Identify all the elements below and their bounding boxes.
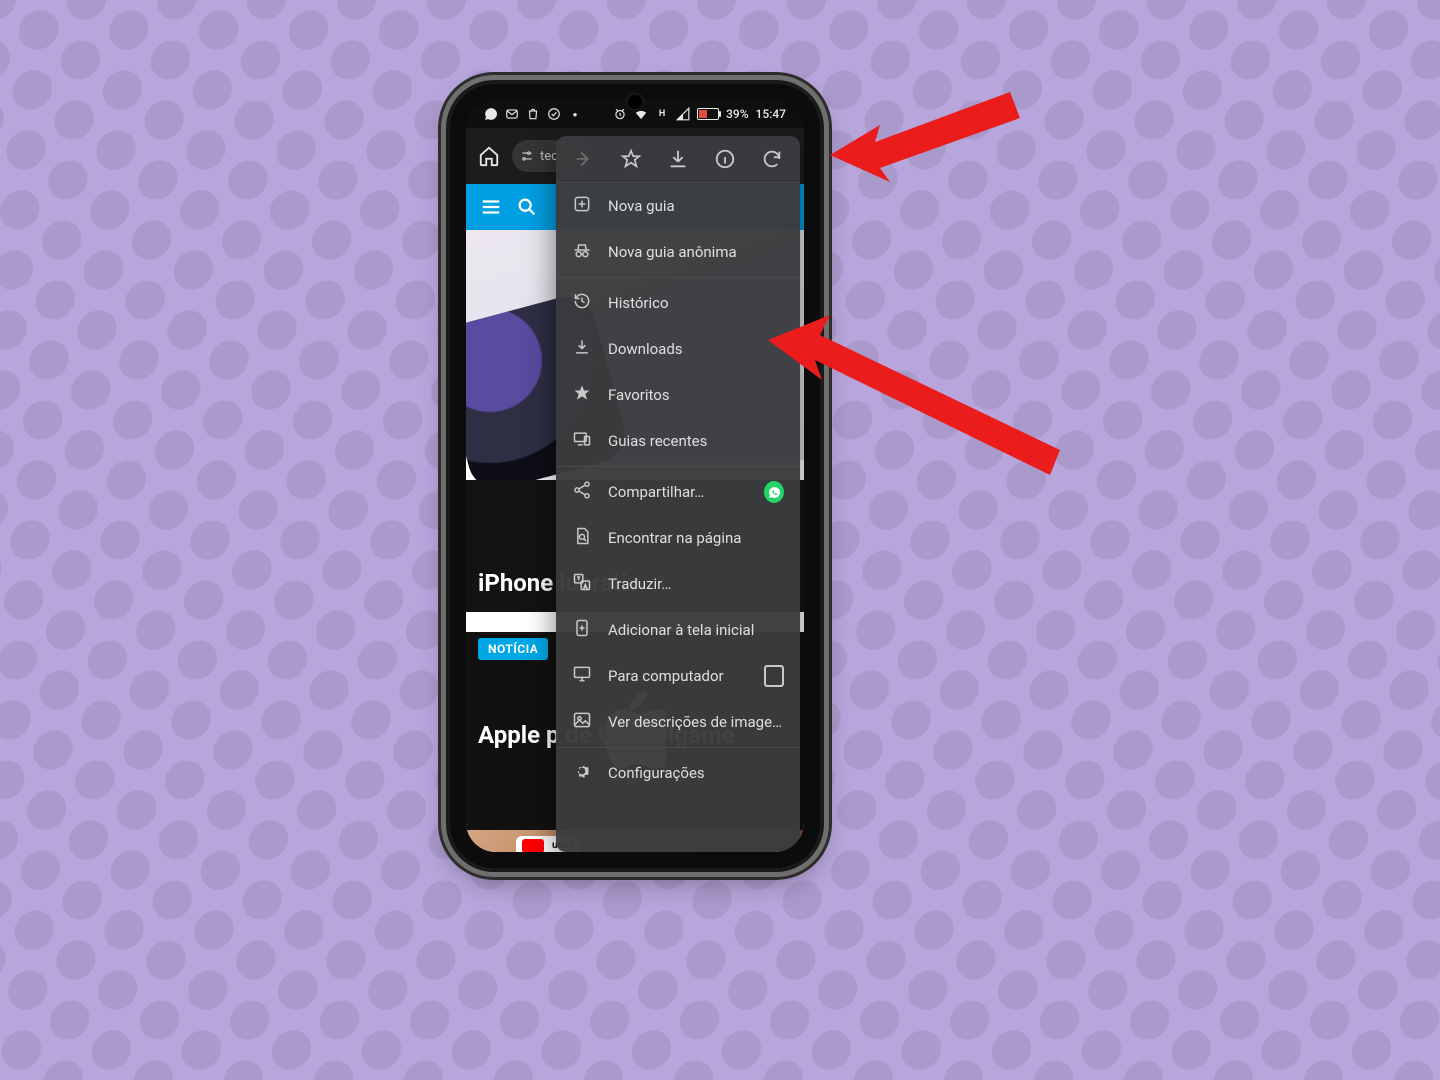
search-icon[interactable] [516,196,538,218]
menu-add-home[interactable]: Adicionar à tela inicial [556,607,800,653]
battery-percent: 39% [726,107,748,121]
gear-icon [572,761,592,785]
menu-history-label: Histórico [608,294,784,312]
download-page-button[interactable] [661,142,695,176]
front-camera [625,92,645,112]
desktop-site-checkbox[interactable] [764,666,784,686]
hamburger-icon[interactable] [480,196,502,218]
menu-find-in-page[interactable]: Encontrar na página [556,515,800,561]
article-1-badge: NOTÍCIA [478,449,548,471]
menu-incognito-label: Nova guia anônima [608,243,784,261]
translate-icon [572,572,592,596]
network-type-icon: H [655,107,669,121]
whatsapp-share-icon[interactable] [764,482,784,502]
alarm-icon [613,107,627,121]
incognito-icon [572,240,592,264]
menu-desktop-site[interactable]: Para computador [556,653,800,699]
battery-icon [697,108,719,120]
downloads-icon [572,337,592,361]
menu-bookmarks[interactable]: Favoritos [556,372,800,418]
status-left-icons: ● [484,107,582,121]
add-home-icon [572,618,592,642]
phone-frame: ● H 39% 15:47 [450,84,820,868]
clock-time: 15:47 [756,107,786,121]
menu-add-home-label: Adicionar à tela inicial [608,621,784,639]
signal-icon [676,107,690,121]
bag-status-icon [526,107,540,121]
menu-recent-tabs[interactable]: Guias recentes [556,418,800,464]
menu-action-row [556,136,800,183]
menu-imgdescr-label: Ver descrições de image… [608,713,784,731]
menu-new-tab[interactable]: Nova guia [556,183,800,229]
annotation-arrow-1 [820,70,1040,210]
menu-downloads-label: Downloads [608,340,784,358]
menu-settings[interactable]: Configurações [556,750,800,796]
whatsapp-status-icon [484,107,498,121]
overflow-menu: Nova guia Nova guia anônima Histórico Do… [556,136,800,852]
tune-icon [520,149,534,163]
menu-separator-1 [556,277,800,278]
menu-downloads[interactable]: Downloads [556,326,800,372]
dot-status-icon: ● [568,107,582,121]
menu-translate-label: Traduzir… [608,575,784,593]
menu-share-label: Compartilhar… [608,483,748,501]
find-in-page-icon [572,526,592,550]
menu-bookmarks-label: Favoritos [608,386,784,404]
menu-recent-tabs-label: Guias recentes [608,432,784,450]
menu-settings-label: Configurações [608,764,784,782]
history-icon [572,291,592,315]
menu-share[interactable]: Compartilhar… [556,469,800,515]
menu-image-descriptions[interactable]: Ver descrições de image… [556,699,800,745]
menu-incognito-tab[interactable]: Nova guia anônima [556,229,800,275]
image-icon [572,710,592,734]
reload-button[interactable] [755,142,789,176]
forward-button[interactable] [567,142,601,176]
home-button[interactable] [474,141,504,171]
menu-separator-2 [556,466,800,467]
article-2-badge: NOTÍCIA [478,638,548,660]
monitor-icon [572,664,592,688]
menu-history[interactable]: Histórico [556,280,800,326]
phone-screen: ● H 39% 15:47 [466,100,804,852]
star-icon [572,383,592,407]
plus-square-icon [572,194,592,218]
menu-new-tab-label: Nova guia [608,197,784,215]
check-status-icon [547,107,561,121]
menu-separator-3 [556,747,800,748]
bookmark-button[interactable] [614,142,648,176]
wallpaper: ● H 39% 15:47 [0,0,1440,1080]
menu-translate[interactable]: Traduzir… [556,561,800,607]
share-icon [572,480,592,504]
menu-find-label: Encontrar na página [608,529,784,547]
page-info-button[interactable] [708,142,742,176]
devices-icon [572,429,592,453]
menu-desktop-label: Para computador [608,667,748,685]
mail-status-icon [505,107,519,121]
